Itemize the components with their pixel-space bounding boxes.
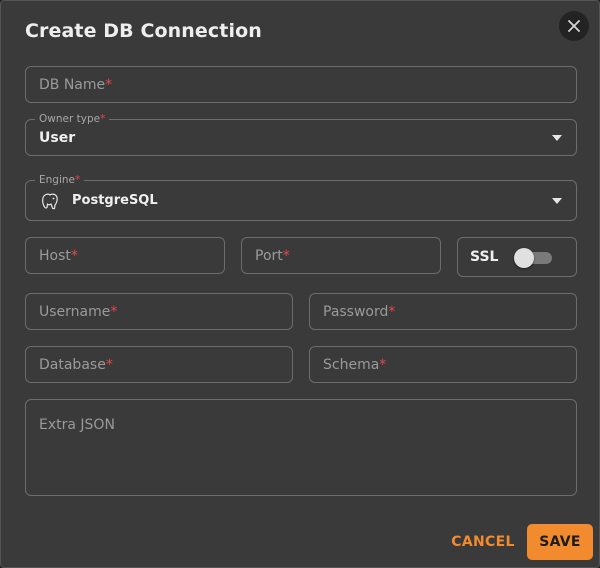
- create-db-connection-dialog: Create DB Connection DB Name* Owner type…: [0, 0, 600, 568]
- owner-type-value: User: [39, 129, 76, 146]
- username-placeholder: Username*: [39, 303, 118, 320]
- ssl-container: SSL: [457, 237, 577, 277]
- host-placeholder: Host*: [39, 247, 78, 264]
- ssl-label: SSL: [470, 249, 499, 265]
- postgresql-elephant-icon: [42, 193, 58, 209]
- password-field[interactable]: Password*: [309, 293, 577, 330]
- chevron-down-icon: [552, 134, 562, 141]
- extra-json-placeholder: Extra JSON: [39, 417, 115, 433]
- owner-type-select[interactable]: Owner type* User: [25, 113, 577, 156]
- cancel-button[interactable]: CANCEL: [447, 526, 519, 558]
- ssl-toggle[interactable]: [514, 248, 552, 268]
- schema-placeholder: Schema*: [323, 356, 387, 373]
- password-placeholder: Password*: [323, 303, 396, 320]
- chevron-down-icon: [552, 197, 562, 204]
- database-placeholder: Database*: [39, 356, 113, 373]
- db-name-field[interactable]: DB Name*: [25, 66, 577, 103]
- schema-field[interactable]: Schema*: [309, 346, 577, 383]
- port-field[interactable]: Port*: [241, 237, 441, 274]
- engine-label: Engine*: [35, 174, 85, 186]
- db-name-placeholder: DB Name*: [39, 76, 113, 93]
- dialog-title: Create DB Connection: [25, 20, 262, 42]
- save-button[interactable]: SAVE: [527, 524, 593, 560]
- owner-type-label: Owner type*: [35, 113, 110, 125]
- extra-json-textarea[interactable]: Extra JSON: [25, 399, 577, 496]
- database-field[interactable]: Database*: [25, 346, 293, 383]
- close-button[interactable]: [559, 11, 589, 41]
- engine-value: PostgreSQL: [72, 193, 158, 208]
- host-field[interactable]: Host*: [25, 237, 225, 274]
- port-placeholder: Port*: [255, 247, 290, 264]
- ssl-toggle-thumb: [514, 248, 534, 268]
- engine-select[interactable]: Engine* PostgreSQL: [25, 174, 577, 221]
- close-icon: [568, 20, 580, 32]
- username-field[interactable]: Username*: [25, 293, 293, 330]
